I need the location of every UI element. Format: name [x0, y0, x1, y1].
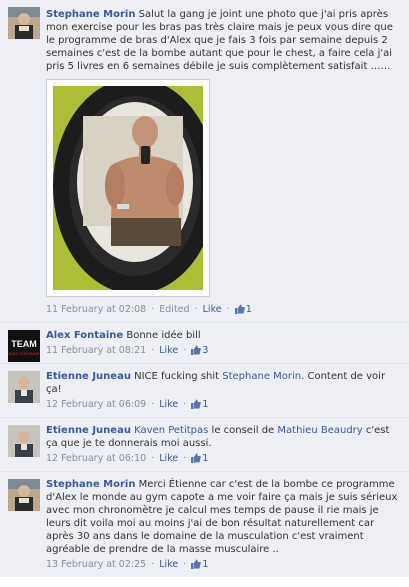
- attached-photo[interactable]: [46, 79, 210, 297]
- comment-meta: 13 February at 02:25 · Like · 1: [46, 558, 401, 571]
- comment: Stephane Morin Merci Étienne car c'est d…: [0, 472, 409, 577]
- comment-author[interactable]: Stephane Morin: [46, 479, 135, 490]
- comment-meta: 12 February at 06:10 · Like · 1: [46, 452, 401, 465]
- comment-timestamp[interactable]: 12 February at 06:10: [46, 453, 146, 464]
- comment-timestamp[interactable]: 11 February at 08:21: [46, 345, 146, 356]
- comment-author[interactable]: Stephane Morin: [46, 9, 135, 20]
- like-count[interactable]: 1: [234, 304, 252, 315]
- like-button[interactable]: Like: [159, 559, 178, 570]
- comment-author[interactable]: Etienne Juneau: [46, 371, 131, 382]
- thumbs-up-icon: [191, 559, 202, 569]
- comment-text: Merci Étienne car c'est de la bombe ce p…: [46, 479, 398, 555]
- comment-body: Etienne Juneau NICE fucking shit Stephan…: [46, 370, 401, 396]
- avatar-photo-icon: [8, 479, 40, 511]
- avatar-photo-icon: [8, 371, 40, 403]
- mention-link[interactable]: Mathieu Beaudry: [277, 425, 362, 436]
- like-count-value: 1: [245, 304, 252, 315]
- mention-link[interactable]: Stephane Morin: [222, 371, 301, 382]
- like-button[interactable]: Like: [203, 304, 222, 315]
- mention-link[interactable]: Kaven Petitpas: [134, 425, 208, 436]
- comment-meta: 11 February at 08:21 · Like · 3: [46, 344, 401, 357]
- comment: Stephane Morin Salut la gang je joint un…: [0, 0, 409, 323]
- avatar[interactable]: [8, 7, 40, 39]
- separator: ·: [151, 559, 155, 570]
- comment: Etienne Juneau Kaven Petitpas le conseil…: [0, 418, 409, 472]
- separator: ·: [183, 559, 187, 570]
- comment-body: Stephane Morin Merci Étienne car c'est d…: [46, 478, 401, 556]
- comment-body: Stephane Morin Salut la gang je joint un…: [46, 8, 401, 73]
- like-count[interactable]: 1: [191, 399, 208, 410]
- like-button[interactable]: Like: [159, 345, 178, 356]
- comment-author[interactable]: Etienne Juneau: [46, 425, 131, 436]
- comment-timestamp[interactable]: 12 February at 06:09: [46, 399, 146, 410]
- thumbs-up-icon: [234, 304, 245, 314]
- comment-author[interactable]: Alex Fontaine: [46, 330, 123, 341]
- avatar-photo-icon: [8, 7, 40, 39]
- comment-meta: 12 February at 06:09 · Like · 1: [46, 398, 401, 411]
- separator: ·: [194, 304, 198, 315]
- like-count-value: 3: [202, 345, 209, 356]
- team-logo-icon: TEAM ALEX FONTAINE: [8, 330, 40, 362]
- avatar[interactable]: [8, 479, 40, 511]
- separator: ·: [151, 345, 155, 356]
- avatar[interactable]: [8, 425, 40, 457]
- comment-body: Etienne Juneau Kaven Petitpas le conseil…: [46, 424, 401, 450]
- comment-text-mid: le conseil de: [208, 425, 278, 436]
- comment-text-pre: NICE fucking shit: [134, 371, 223, 382]
- like-count-value: 1: [202, 559, 209, 570]
- like-button[interactable]: Like: [159, 453, 178, 464]
- like-button[interactable]: Like: [159, 399, 178, 410]
- comment-text: Bonne idée bill: [126, 330, 201, 341]
- like-count[interactable]: 3: [191, 345, 208, 356]
- like-count-value: 1: [202, 453, 209, 464]
- separator: ·: [151, 399, 155, 410]
- svg-text:ALEX FONTAINE: ALEX FONTAINE: [8, 351, 40, 356]
- svg-text:TEAM: TEAM: [11, 339, 37, 349]
- separator: ·: [151, 304, 155, 315]
- comment: TEAM ALEX FONTAINE Alex Fontaine Bonne i…: [0, 323, 409, 364]
- mirror-selfie-image: [53, 86, 203, 290]
- comment-feed: Stephane Morin Salut la gang je joint un…: [0, 0, 409, 577]
- separator: ·: [183, 453, 187, 464]
- avatar[interactable]: [8, 371, 40, 403]
- comment-timestamp[interactable]: 11 February at 02:08: [46, 304, 146, 315]
- like-count-value: 1: [202, 399, 209, 410]
- separator: ·: [151, 453, 155, 464]
- edited-label[interactable]: Edited: [159, 304, 189, 315]
- like-count[interactable]: 1: [191, 559, 208, 570]
- like-count[interactable]: 1: [191, 453, 208, 464]
- avatar[interactable]: TEAM ALEX FONTAINE: [8, 330, 40, 362]
- separator: ·: [183, 399, 187, 410]
- separator: ·: [226, 304, 230, 315]
- comment-body: Alex Fontaine Bonne idée bill: [46, 329, 401, 342]
- separator: ·: [183, 345, 187, 356]
- thumbs-up-icon: [191, 345, 202, 355]
- thumbs-up-icon: [191, 453, 202, 463]
- avatar-photo-icon: [8, 425, 40, 457]
- comment-meta: 11 February at 02:08 · Edited · Like · 1: [46, 303, 401, 316]
- comment: Etienne Juneau NICE fucking shit Stephan…: [0, 364, 409, 418]
- comment-timestamp[interactable]: 13 February at 02:25: [46, 559, 146, 570]
- thumbs-up-icon: [191, 399, 202, 409]
